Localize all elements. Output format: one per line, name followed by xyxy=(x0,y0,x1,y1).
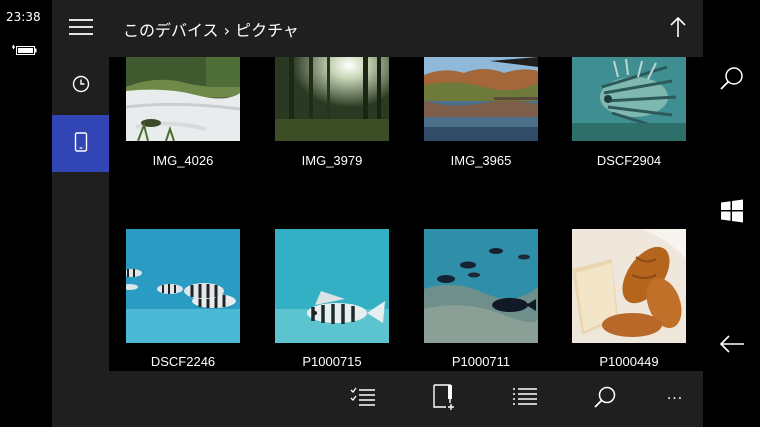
battery-charging-icon xyxy=(10,41,38,60)
hamburger-menu-button[interactable] xyxy=(52,0,109,57)
back-button[interactable] xyxy=(703,318,760,374)
list-view-icon xyxy=(512,387,538,411)
photo-name: IMG_3965 xyxy=(450,153,512,168)
photo-name: DSCF2904 xyxy=(596,153,662,168)
search-button[interactable] xyxy=(577,371,633,427)
new-folder-icon xyxy=(432,383,458,415)
search-icon xyxy=(719,65,745,95)
photo-thumbnail-p1000449[interactable] xyxy=(572,229,686,343)
photo-name: P1000449 xyxy=(599,354,659,369)
photo-thumbnail-p1000715[interactable] xyxy=(275,229,389,343)
search-icon xyxy=(593,385,617,413)
breadcrumb: このデバイス › ピクチャ xyxy=(123,21,299,40)
this-device-button[interactable] xyxy=(52,115,109,172)
select-button[interactable] xyxy=(335,371,391,427)
windows-start-icon xyxy=(720,199,744,227)
photo-grid: IMG_4026 IMG_3979 IMG_3965 DSCF2904 DSCF… xyxy=(109,57,703,371)
header-bar: このデバイス › ピクチャ xyxy=(109,0,703,57)
system-navigation-bar xyxy=(703,0,760,427)
photo-name: P1000711 xyxy=(451,354,511,369)
recent-button[interactable] xyxy=(52,57,109,114)
arrow-up-icon[interactable] xyxy=(669,16,687,42)
status-bar: 23:38 xyxy=(0,0,52,427)
more-icon: ··· xyxy=(666,391,684,407)
main-content: このデバイス › ピクチャ IMG_4026 IMG_3979 IMG_3965… xyxy=(109,0,703,427)
command-bar: ··· xyxy=(109,371,703,427)
phone-device-icon xyxy=(74,131,88,156)
photo-thumbnail-dscf2246[interactable] xyxy=(126,229,240,343)
select-list-icon xyxy=(350,386,376,412)
hamburger-menu-icon xyxy=(68,18,94,40)
photo-name: DSCF2246 xyxy=(150,354,216,369)
system-search-button[interactable] xyxy=(703,52,760,108)
navigation-pane xyxy=(52,0,109,427)
clock-time: 23:38 xyxy=(6,10,41,24)
windows-start-button[interactable] xyxy=(703,185,760,241)
list-view-button[interactable] xyxy=(497,371,553,427)
photo-name: IMG_4026 xyxy=(152,153,214,168)
back-arrow-icon xyxy=(719,334,745,358)
clock-icon xyxy=(72,75,90,97)
photo-name: P1000715 xyxy=(302,354,362,369)
more-button[interactable]: ··· xyxy=(647,371,703,427)
photo-thumbnail-p1000711[interactable] xyxy=(424,229,538,343)
new-folder-button[interactable] xyxy=(417,371,473,427)
photo-name: IMG_3979 xyxy=(301,153,363,168)
